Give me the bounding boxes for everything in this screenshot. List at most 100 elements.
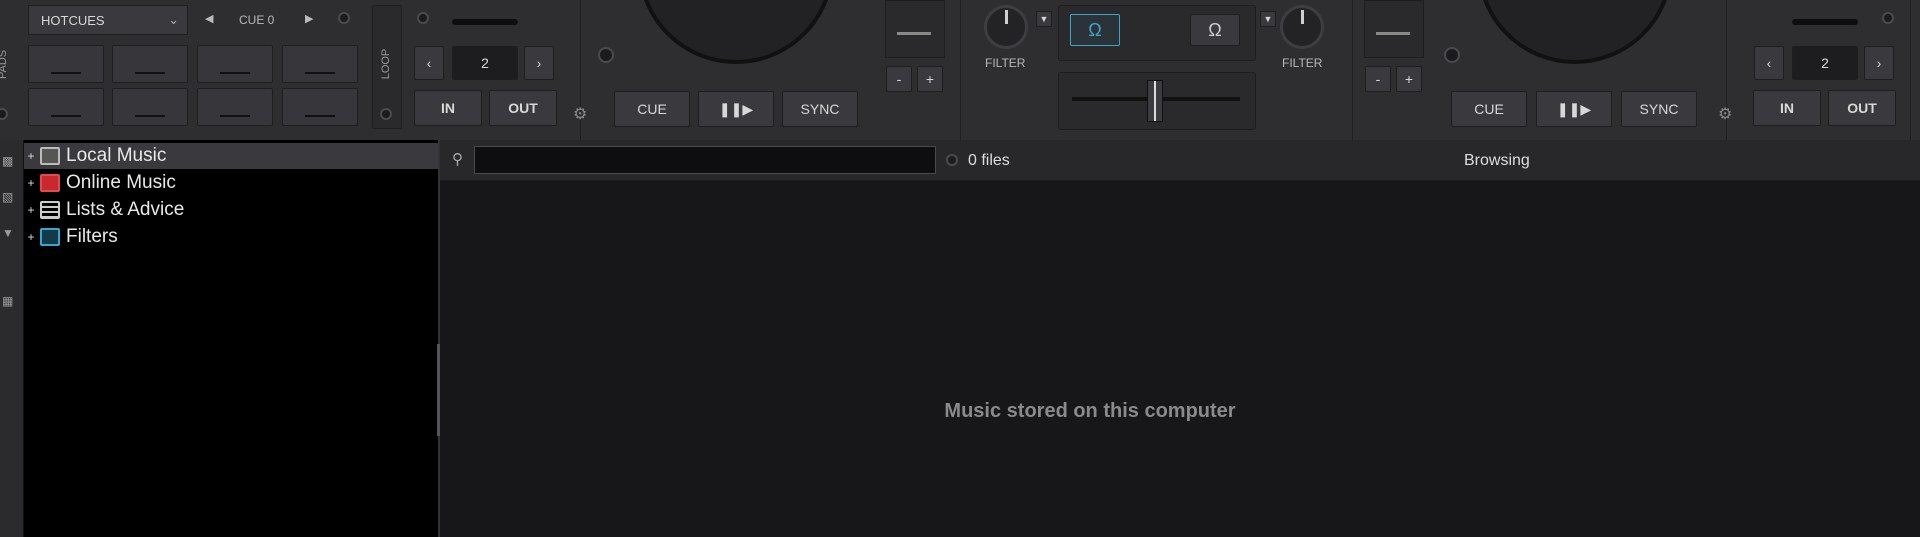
tree-item-local-music[interactable]: + Local Music <box>24 143 438 169</box>
deck-area: PADS HOTCUES ⌄ ◀ CUE 0 ▶ LOOP ‹ 2 › IN O… <box>0 0 1920 141</box>
list-icon <box>40 201 60 219</box>
deck-right-loop-slider[interactable] <box>1792 19 1858 25</box>
cue-next-icon[interactable]: ▶ <box>305 12 313 25</box>
deck-right-loop-in-button[interactable]: IN <box>1753 90 1821 126</box>
deck-right-loop-in-label: IN <box>1780 100 1794 116</box>
tree-item-label: Lists & Advice <box>66 199 185 220</box>
filter-icon[interactable]: ▼ <box>2 226 18 240</box>
loop-in-label: IN <box>441 100 455 116</box>
sidepanel-icon[interactable]: ▦ <box>2 294 18 308</box>
play-pause-icon: ❚❚▶ <box>1556 100 1592 117</box>
loop-indicator[interactable] <box>380 108 392 120</box>
tree-item-label: Local Music <box>66 145 167 166</box>
folder-tree: + Local Music + Online Music + Lists & A… <box>24 140 440 537</box>
deck-left-minus-label: - <box>896 71 902 87</box>
loop-decrease-button[interactable]: ‹ <box>414 46 444 80</box>
deck-left-cue-button[interactable]: CUE <box>614 91 690 127</box>
filter-folder-icon <box>40 228 60 246</box>
deck-left-stop-indicator[interactable] <box>598 47 614 63</box>
headphone-left-button[interactable]: Ω <box>1070 14 1120 46</box>
deck-left-pitch-minus-button[interactable]: - <box>886 66 912 92</box>
deck-right-sync-button[interactable]: SYNC <box>1621 91 1697 127</box>
hotcue-pad-8[interactable] <box>282 88 358 126</box>
triangle-down-icon: ▼ <box>1263 14 1273 24</box>
tree-item-online-music[interactable]: + Online Music <box>24 170 438 196</box>
deck-left-play-pause-button[interactable]: ❚❚▶ <box>698 91 774 127</box>
browser-search-bar: ⚲ 0 files Browsing <box>440 140 1920 181</box>
loop-increase-button[interactable]: › <box>524 46 554 80</box>
hotcue-pad-3[interactable] <box>197 45 273 83</box>
expand-icon[interactable]: + <box>26 176 36 190</box>
deck-right-sync-label: SYNC <box>1639 101 1679 117</box>
tree-item-filters[interactable]: + Filters <box>24 224 438 250</box>
filter-left-knob[interactable] <box>984 5 1028 49</box>
filter-right-dropdown[interactable]: ▼ <box>1260 11 1276 27</box>
filter-left-label: FILTER <box>985 56 1026 70</box>
crossfader-handle[interactable] <box>1147 80 1163 122</box>
hotcue-pad-7[interactable] <box>197 88 273 126</box>
deck-right-loop-decrease-button[interactable]: ‹ <box>1754 46 1784 80</box>
tree-item-lists-advice[interactable]: + Lists & Advice <box>24 197 438 223</box>
headphones-icon: Ω <box>1208 19 1222 40</box>
loop-slider[interactable] <box>452 19 518 25</box>
deck-left-pitch-slider[interactable] <box>897 32 931 35</box>
deck-right-pitch-minus-button[interactable]: - <box>1365 66 1391 92</box>
chevron-left-icon: ‹ <box>426 55 432 71</box>
deck-right-jog-wheel[interactable] <box>1477 0 1673 64</box>
gear-icon[interactable]: ⚙ <box>1718 104 1732 124</box>
loop-control-indicator[interactable] <box>417 12 429 24</box>
sampler-icon[interactable]: ▩ <box>2 154 18 168</box>
globe-icon <box>40 174 60 192</box>
deck-right-loop-out-button[interactable]: OUT <box>1828 90 1896 126</box>
deck-right-play-pause-button[interactable]: ❚❚▶ <box>1536 91 1612 127</box>
expand-icon[interactable]: + <box>26 230 36 244</box>
deck-right-plus-label: + <box>1404 71 1414 87</box>
hotcue-pad-2[interactable] <box>112 45 188 83</box>
tree-item-label: Online Music <box>66 172 176 193</box>
expand-icon[interactable]: + <box>26 203 36 217</box>
hotcue-pad-4[interactable] <box>282 45 358 83</box>
hotcue-pad-1[interactable] <box>28 45 104 83</box>
divider <box>960 0 961 140</box>
search-options-indicator[interactable] <box>946 154 958 166</box>
deck-right-cue-button[interactable]: CUE <box>1451 91 1527 127</box>
expand-icon[interactable]: + <box>26 149 36 163</box>
hotcue-pad-6[interactable] <box>112 88 188 126</box>
filter-left-dropdown[interactable]: ▼ <box>1036 11 1052 27</box>
loop-out-button[interactable]: OUT <box>489 90 557 126</box>
headphone-right-button[interactable]: Ω <box>1190 14 1240 46</box>
divider <box>1352 0 1353 140</box>
deck-right-pitch-slider[interactable] <box>1376 32 1410 35</box>
deck-right-pitch-plus-button[interactable]: + <box>1396 66 1422 92</box>
gear-icon[interactable]: ⚙ <box>573 104 587 124</box>
browser-side-toolbar: ▩ ▧ ▼ ▦ <box>0 140 24 537</box>
deck-right-loop-size-display: 2 <box>1792 46 1858 80</box>
deck-right-stop-indicator[interactable] <box>1444 47 1460 63</box>
hotcue-pad-5[interactable] <box>28 88 104 126</box>
browser-file-list[interactable]: Music stored on this computer <box>440 181 1920 537</box>
hotcues-select[interactable]: HOTCUES ⌄ <box>28 5 188 35</box>
tree-item-label: Filters <box>66 226 118 247</box>
deck-left-jog-wheel[interactable] <box>638 0 834 64</box>
deck-left-pitch-plus-button[interactable]: + <box>917 66 943 92</box>
cloud-drive-icon[interactable]: ▧ <box>2 190 18 204</box>
deck-right-loop-indicator[interactable] <box>1882 12 1894 24</box>
file-count: 0 files <box>968 152 1010 169</box>
deck-left-sync-button[interactable]: SYNC <box>782 91 858 127</box>
deck-left-sync-label: SYNC <box>800 101 840 117</box>
loop-size-display: 2 <box>452 46 518 80</box>
cue-label: CUE 0 <box>239 13 275 27</box>
hotcue-indicator[interactable] <box>338 12 350 24</box>
crossfader-handle-line <box>1154 81 1156 121</box>
divider <box>1910 0 1911 140</box>
deck-right-loop-increase-button[interactable]: › <box>1864 46 1894 80</box>
deck-left-pitch-panel <box>885 0 945 58</box>
filter-right-knob[interactable] <box>1280 5 1324 49</box>
pads-label: PADS <box>0 49 9 79</box>
search-input[interactable] <box>474 146 936 174</box>
loop-in-button[interactable]: IN <box>414 90 482 126</box>
pads-indicator[interactable] <box>0 108 8 120</box>
loop-size-value: 2 <box>481 55 489 71</box>
deck-right-minus-label: - <box>1375 71 1381 87</box>
cue-prev-icon[interactable]: ◀ <box>205 12 213 25</box>
